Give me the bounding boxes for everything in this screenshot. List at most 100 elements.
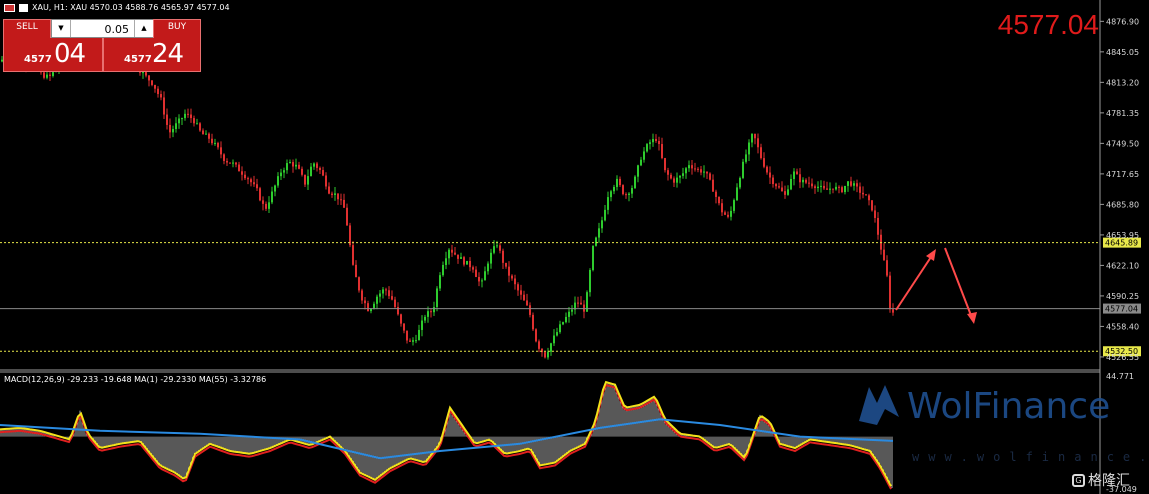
- candle-body: [811, 183, 813, 187]
- gelonghui-icon: G: [1072, 473, 1085, 487]
- candle-body: [259, 188, 261, 201]
- candle-body: [535, 329, 537, 342]
- candle-body: [346, 207, 348, 226]
- candle-body: [238, 164, 240, 172]
- candle-body: [544, 352, 546, 358]
- candle-body: [652, 138, 654, 143]
- candle-body: [271, 191, 273, 203]
- candle-body: [298, 164, 300, 169]
- candle-body: [358, 277, 360, 291]
- watermark-url: www.wolfinance.com: [912, 450, 1149, 464]
- candle-body: [625, 194, 627, 196]
- chart-type-icon[interactable]: [19, 3, 28, 12]
- candle-body: [220, 147, 222, 155]
- candle-body: [883, 249, 885, 261]
- lot-stepper[interactable]: ▼ 0.05 ▲: [51, 19, 154, 38]
- candle-body: [865, 194, 867, 196]
- candle-body: [709, 173, 711, 180]
- candle-body: [442, 264, 444, 276]
- candle-body: [478, 276, 480, 282]
- candle-body: [433, 307, 435, 313]
- down-arrow-head: [967, 312, 977, 324]
- candle-body: [424, 316, 426, 321]
- candle-body: [142, 72, 144, 74]
- candle-body: [187, 113, 189, 115]
- candle-body: [670, 174, 672, 179]
- candle-body: [775, 184, 777, 187]
- candle-body: [250, 179, 252, 183]
- symbol-line: XAU, H1: XAU 4570.03 4588.76 4565.97 457…: [32, 3, 230, 12]
- candle-body: [817, 186, 819, 189]
- candle-body: [721, 203, 723, 213]
- candle-body: [436, 288, 438, 308]
- buy-price-small: 4577: [124, 54, 152, 65]
- lot-increase-icon[interactable]: ▲: [134, 20, 153, 37]
- candle-body: [697, 168, 699, 170]
- buy-price-box[interactable]: 4577 24: [103, 38, 201, 72]
- candle-body: [145, 72, 147, 76]
- candle-body: [730, 210, 732, 217]
- candle-body: [199, 123, 201, 131]
- candle-body: [676, 177, 678, 183]
- candle-body: [664, 158, 666, 171]
- price-tick-label: 4685.80: [1106, 200, 1139, 209]
- candle-body: [163, 97, 165, 115]
- candle-body: [343, 199, 345, 208]
- candle-body: [517, 284, 519, 291]
- candle-body: [439, 275, 441, 289]
- sell-label: SELL: [16, 22, 38, 32]
- candle-body: [766, 166, 768, 173]
- lot-decrease-icon[interactable]: ▼: [52, 20, 71, 37]
- wolf-icon: [859, 385, 899, 425]
- candle-body: [712, 179, 714, 192]
- candle-body: [619, 178, 621, 186]
- candle-body: [385, 289, 387, 291]
- price-tick-label: 4749.50: [1106, 139, 1139, 148]
- candle-body: [421, 320, 423, 330]
- candle-body: [367, 303, 369, 312]
- candle-body: [682, 173, 684, 176]
- candle-body: [673, 178, 675, 183]
- candle-body: [484, 271, 486, 281]
- candle-body: [457, 254, 459, 259]
- price-tick-label: 4622.10: [1106, 261, 1139, 270]
- candle-body: [778, 186, 780, 188]
- candle-body: [871, 200, 873, 211]
- candle-body: [262, 200, 264, 204]
- candle-body: [508, 266, 510, 276]
- candle-body: [190, 114, 192, 119]
- candle-body: [376, 296, 378, 304]
- candle-body: [565, 316, 567, 323]
- sell-price-box[interactable]: 4577 04: [3, 38, 103, 72]
- candle-body: [886, 260, 888, 276]
- candle-body: [772, 177, 774, 185]
- candle-body: [292, 162, 294, 167]
- candle-body: [514, 278, 516, 285]
- candle-body: [745, 154, 747, 162]
- candle-body: [751, 133, 753, 143]
- candle-body: [814, 186, 816, 189]
- candle-body: [802, 179, 804, 183]
- candle-body: [526, 300, 528, 306]
- candle-body: [562, 322, 564, 325]
- candle-body: [847, 181, 849, 186]
- price-tick-label: 4558.40: [1106, 322, 1139, 331]
- candle-body: [181, 118, 183, 120]
- candle-body: [793, 171, 795, 180]
- candle-body: [556, 332, 558, 336]
- candle-body: [523, 294, 525, 301]
- candle-body: [295, 164, 297, 167]
- candle-body: [148, 75, 150, 81]
- lot-value[interactable]: 0.05: [105, 23, 130, 36]
- price-tick-label: 4590.25: [1106, 292, 1139, 301]
- sell-price-small: 4577: [24, 54, 52, 65]
- candle-body: [202, 130, 204, 135]
- candle-body: [196, 123, 198, 125]
- candle-body: [418, 329, 420, 341]
- candle-body: [304, 174, 306, 185]
- candle-body: [715, 191, 717, 197]
- candle-body: [451, 249, 453, 253]
- candle-body: [160, 94, 162, 98]
- candle-body: [235, 162, 237, 165]
- up-arrow-head: [926, 249, 936, 261]
